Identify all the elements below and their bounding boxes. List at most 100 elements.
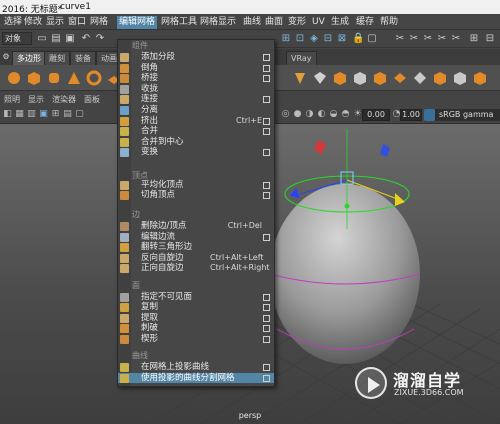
bookmark-icon[interactable]: ▥ [26, 109, 37, 120]
xray-icon[interactable]: ◓ [340, 109, 351, 120]
poly-cylinder-icon[interactable] [46, 70, 62, 86]
selection-mode-dropdown[interactable]: 对象 [2, 32, 32, 45]
color-space-dropdown[interactable]: sRGB gamma [435, 109, 500, 121]
vray-combine-icon[interactable] [452, 70, 468, 86]
menu-item-flip-triangle-edge[interactable]: 翻转三角形边 [118, 242, 274, 253]
menu-deform[interactable]: 变形 [286, 16, 308, 29]
option-box-icon[interactable] [263, 364, 270, 371]
menu-item-spin-edge-forward[interactable]: 正向自旋边 Ctrl+Alt+Right [118, 263, 274, 274]
camera-attributes-icon[interactable]: ▦ [14, 109, 25, 120]
menu-mesh[interactable]: 网格 [88, 16, 110, 29]
tab-polygons[interactable]: 多边形 [12, 51, 46, 65]
option-box-icon[interactable] [263, 149, 270, 157]
vray-bevel-icon[interactable] [432, 70, 448, 86]
vray-split-icon[interactable] [372, 70, 388, 86]
menu-modify[interactable]: 修改 [22, 16, 44, 29]
menu-item-merge-to-center[interactable]: 合并到中心 [118, 137, 274, 148]
panel-menu-lighting[interactable]: 照明 [4, 94, 20, 105]
history-icon[interactable]: ▢ [366, 32, 378, 45]
tab-sculpting[interactable]: 雕刻 [44, 51, 70, 65]
menu-item-project-curve-on-mesh[interactable]: 在网格上投影曲线 [118, 362, 274, 373]
option-box-icon[interactable] [263, 336, 270, 343]
render-icon[interactable]: ✂ [394, 32, 406, 45]
new-scene-icon[interactable]: ▭ [36, 32, 48, 45]
menu-select[interactable]: 选择 [2, 16, 24, 29]
vray-cut-icon[interactable] [352, 70, 368, 86]
menu-cache[interactable]: 缓存 [354, 16, 376, 29]
tab-rigging[interactable]: 装备 [70, 51, 96, 65]
option-box-icon[interactable] [263, 304, 270, 312]
menu-generate[interactable]: 生成 [329, 16, 351, 29]
menu-item-average-vertices[interactable]: 平均化顶点 [118, 180, 274, 191]
ipr-render-icon[interactable]: ✂ [408, 32, 420, 45]
grid-toggle-icon[interactable]: ⊞ [50, 109, 61, 120]
poly-sphere-icon[interactable] [6, 70, 22, 86]
render-view-icon[interactable]: ✂ [450, 32, 462, 45]
menu-item-split-mesh-with-curve[interactable]: 使用投影的曲线分割网格 [118, 372, 274, 384]
smooth-shade-icon[interactable]: ● [292, 109, 303, 120]
poly-cone-icon[interactable] [66, 70, 82, 86]
menu-windows[interactable]: 窗口 [66, 16, 88, 29]
vray-box-icon[interactable] [332, 70, 348, 86]
modeling-toolkit-icon[interactable]: ⊞ [468, 32, 480, 45]
option-box-icon[interactable] [263, 117, 270, 125]
vray-bridge-icon[interactable] [392, 70, 408, 86]
exposure-field[interactable]: 0.00 [362, 109, 390, 121]
menu-item-chamfer-vertices[interactable]: 切角顶点 [118, 190, 274, 201]
menu-item-detach[interactable]: 分离 [118, 105, 274, 116]
panel-menu-renderer[interactable]: 渲染器 [52, 94, 76, 105]
resolution-gate-icon[interactable]: ▢ [74, 109, 85, 120]
vray-tool-icon[interactable] [292, 70, 308, 86]
undo-icon[interactable]: ↶ [80, 32, 92, 45]
shelf-settings-icon[interactable]: ⚙ [0, 50, 12, 63]
menu-uv[interactable]: UV [310, 16, 327, 29]
menu-item-bridge[interactable]: 桥接 [118, 73, 274, 84]
snap-grid-icon[interactable]: ⊞ [280, 32, 292, 45]
option-box-icon[interactable] [263, 96, 270, 104]
poly-cube-icon[interactable] [26, 70, 42, 86]
option-box-icon[interactable] [263, 374, 270, 382]
open-scene-icon[interactable]: ▤ [50, 32, 62, 45]
attribute-editor-icon[interactable]: ⊟ [484, 32, 496, 45]
vray-separate-icon[interactable] [472, 70, 488, 86]
gamma-field[interactable]: 1.00 [400, 109, 422, 121]
menu-item-transform[interactable]: 变换 [118, 147, 274, 158]
hypershade-icon[interactable]: ✂ [436, 32, 448, 45]
textured-icon[interactable]: ◑ [304, 109, 315, 120]
menu-item-duplicate[interactable]: 复制 [118, 302, 274, 313]
menu-item-spin-edge-backward[interactable]: 反向自旋边 Ctrl+Alt+Left [118, 253, 274, 264]
redo-icon[interactable]: ↷ [94, 32, 106, 45]
option-box-icon[interactable] [263, 64, 270, 72]
menu-curves[interactable]: 曲线 [241, 16, 263, 29]
option-box-icon[interactable] [263, 192, 270, 200]
poly-torus-icon[interactable] [86, 70, 102, 86]
menu-item-connect[interactable]: 连接 [118, 94, 274, 105]
save-scene-icon[interactable]: ▣ [64, 32, 76, 45]
menu-help[interactable]: 帮助 [378, 16, 400, 29]
menu-item-delete-edge-vertex[interactable]: 删除边/顶点 Ctrl+Del [118, 221, 274, 232]
film-gate-icon[interactable]: ▤ [62, 109, 73, 120]
snap-plane-icon[interactable]: ⊟ [322, 32, 334, 45]
menu-item-add-divisions[interactable]: 添加分段 [118, 52, 274, 63]
menu-edit-mesh[interactable]: 编辑网格 [117, 16, 158, 29]
shadows-icon[interactable]: ◒ [328, 109, 339, 120]
menu-item-poke[interactable]: 刺破 [118, 323, 274, 334]
lighting-icon[interactable]: ◐ [316, 109, 327, 120]
panel-menu-panels[interactable]: 面板 [84, 94, 100, 105]
menu-item-extract[interactable]: 提取 [118, 313, 274, 324]
menu-item-edit-edge-flow[interactable]: 编辑边流 [118, 232, 274, 243]
menu-display[interactable]: 显示 [44, 16, 66, 29]
menu-item-wedge[interactable]: 楔形 [118, 334, 274, 345]
wireframe-icon[interactable]: ◎ [280, 109, 291, 120]
snap-curve-icon[interactable]: ⊡ [294, 32, 306, 45]
option-box-icon[interactable] [263, 54, 270, 61]
panel-menu-show[interactable]: 显示 [28, 94, 44, 105]
menu-surfaces[interactable]: 曲面 [263, 16, 285, 29]
color-management-icon[interactable] [424, 109, 435, 121]
vray-mesh-icon[interactable] [312, 70, 328, 86]
menu-mesh-tools[interactable]: 网格工具 [159, 16, 199, 29]
tab-vray[interactable]: VRay [286, 51, 317, 65]
option-box-icon[interactable] [263, 75, 270, 83]
select-camera-icon[interactable]: ◧ [2, 109, 13, 120]
option-box-icon[interactable] [263, 233, 270, 241]
